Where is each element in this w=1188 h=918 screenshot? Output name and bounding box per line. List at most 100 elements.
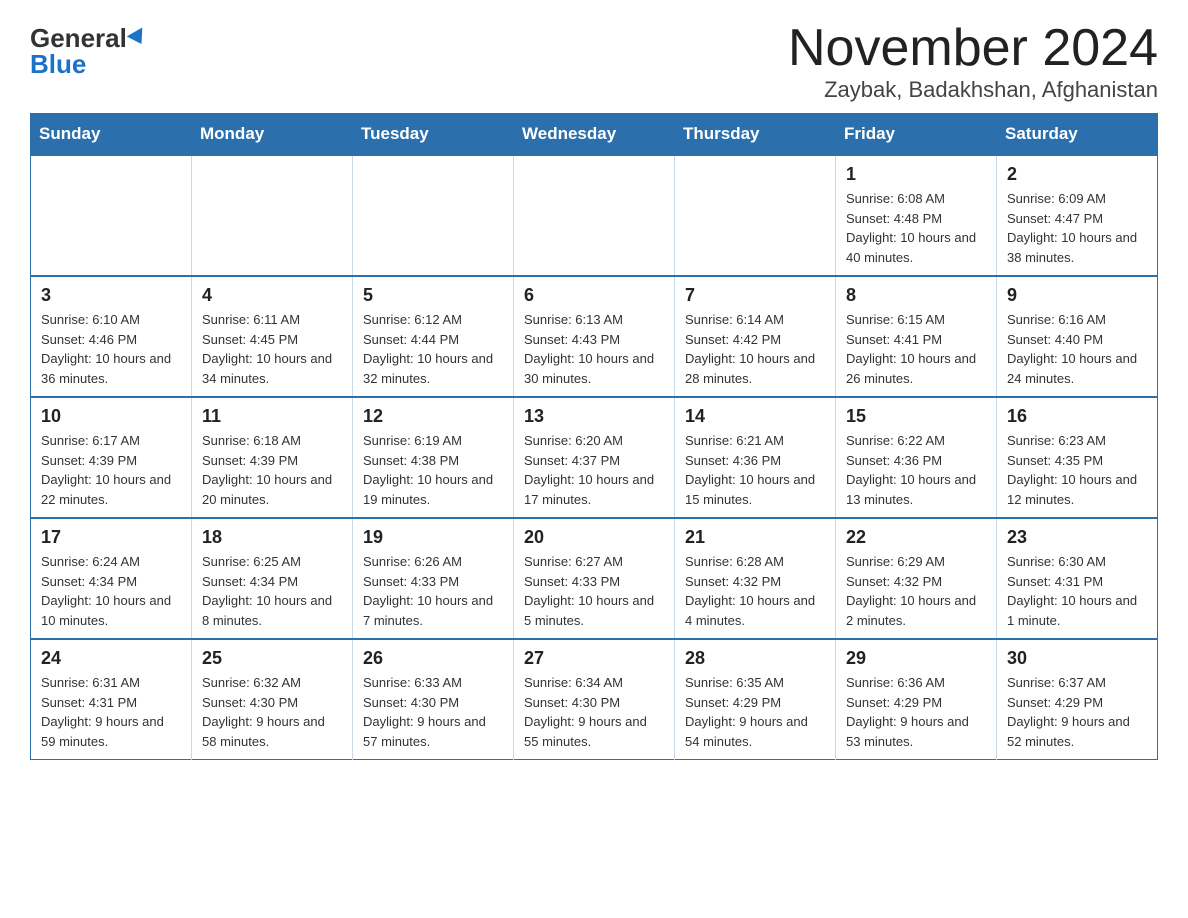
calendar-cell: [514, 155, 675, 276]
calendar-cell: 22Sunrise: 6:29 AM Sunset: 4:32 PM Dayli…: [836, 518, 997, 639]
logo-triangle-icon: [127, 27, 150, 48]
day-info: Sunrise: 6:33 AM Sunset: 4:30 PM Dayligh…: [363, 673, 503, 751]
day-number: 17: [41, 527, 181, 548]
day-info: Sunrise: 6:24 AM Sunset: 4:34 PM Dayligh…: [41, 552, 181, 630]
calendar-cell: 1Sunrise: 6:08 AM Sunset: 4:48 PM Daylig…: [836, 155, 997, 276]
calendar-cell: 4 Sunrise: 6:11 AM Sunset: 4:45 PM Daylig…: [192, 276, 353, 397]
column-header-thursday: Thursday: [675, 114, 836, 156]
calendar-cell: 11Sunrise: 6:18 AM Sunset: 4:39 PM Dayli…: [192, 397, 353, 518]
logo-general-line: General: [30, 25, 147, 51]
day-number: 14: [685, 406, 825, 427]
calendar-cell: 19Sunrise: 6:26 AM Sunset: 4:33 PM Dayli…: [353, 518, 514, 639]
day-info: Sunrise: 6:32 AM Sunset: 4:30 PM Dayligh…: [202, 673, 342, 751]
day-number: 20: [524, 527, 664, 548]
calendar-cell: 18 Sunrise: 6:25 AM Sunset: 4:34 PM Dayli…: [192, 518, 353, 639]
day-number: 25: [202, 648, 342, 669]
calendar-table: SundayMondayTuesdayWednesdayThursdayFrid…: [30, 113, 1158, 760]
day-number: 4: [202, 285, 342, 306]
calendar-header-row: SundayMondayTuesdayWednesdayThursdayFrid…: [31, 114, 1158, 156]
calendar-week-row: 3Sunrise: 6:10 AM Sunset: 4:46 PM Daylig…: [31, 276, 1158, 397]
logo-blue-text: Blue: [30, 51, 86, 77]
day-info: Sunrise: 6:14 AM Sunset: 4:42 PM Dayligh…: [685, 310, 825, 388]
day-number: 18: [202, 527, 342, 548]
calendar-cell: 24 Sunrise: 6:31 AM Sunset: 4:31 PM Dayli…: [31, 639, 192, 760]
logo-general-text: General: [30, 25, 127, 51]
day-info: Sunrise: 6:19 AM Sunset: 4:38 PM Dayligh…: [363, 431, 503, 509]
calendar-week-row: 1Sunrise: 6:08 AM Sunset: 4:48 PM Daylig…: [31, 155, 1158, 276]
day-info: Sunrise: 6:31 AM Sunset: 4:31 PM Dayligh…: [41, 673, 181, 751]
day-number: 16: [1007, 406, 1147, 427]
day-number: 6: [524, 285, 664, 306]
day-info: Sunrise: 6:15 AM Sunset: 4:41 PM Dayligh…: [846, 310, 986, 388]
day-number: 9: [1007, 285, 1147, 306]
day-info: Sunrise: 6:27 AM Sunset: 4:33 PM Dayligh…: [524, 552, 664, 630]
calendar-cell: 14 Sunrise: 6:21 AM Sunset: 4:36 PM Dayli…: [675, 397, 836, 518]
day-number: 8: [846, 285, 986, 306]
day-number: 1: [846, 164, 986, 185]
day-info: Sunrise: 6:35 AM Sunset: 4:29 PM Dayligh…: [685, 673, 825, 751]
calendar-cell: 27Sunrise: 6:34 AM Sunset: 4:30 PM Dayli…: [514, 639, 675, 760]
calendar-cell: 21Sunrise: 6:28 AM Sunset: 4:32 PM Dayli…: [675, 518, 836, 639]
calendar-cell: [675, 155, 836, 276]
day-info: Sunrise: 6:36 AM Sunset: 4:29 PM Dayligh…: [846, 673, 986, 751]
calendar-cell: 20 Sunrise: 6:27 AM Sunset: 4:33 PM Dayli…: [514, 518, 675, 639]
calendar-cell: 28 Sunrise: 6:35 AM Sunset: 4:29 PM Dayli…: [675, 639, 836, 760]
column-header-sunday: Sunday: [31, 114, 192, 156]
day-info: Sunrise: 6:18 AM Sunset: 4:39 PM Dayligh…: [202, 431, 342, 509]
calendar-cell: 7 Sunrise: 6:14 AM Sunset: 4:42 PM Daylig…: [675, 276, 836, 397]
day-info: Sunrise: 6:21 AM Sunset: 4:36 PM Dayligh…: [685, 431, 825, 509]
day-number: 2: [1007, 164, 1147, 185]
day-info: Sunrise: 6:10 AM Sunset: 4:46 PM Dayligh…: [41, 310, 181, 388]
calendar-cell: [353, 155, 514, 276]
day-number: 12: [363, 406, 503, 427]
day-info: Sunrise: 6:20 AM Sunset: 4:37 PM Dayligh…: [524, 431, 664, 509]
column-header-wednesday: Wednesday: [514, 114, 675, 156]
day-info: Sunrise: 6:11 AM Sunset: 4:45 PM Dayligh…: [202, 310, 342, 388]
day-number: 26: [363, 648, 503, 669]
calendar-cell: 6Sunrise: 6:13 AM Sunset: 4:43 PM Daylig…: [514, 276, 675, 397]
day-info: Sunrise: 6:17 AM Sunset: 4:39 PM Dayligh…: [41, 431, 181, 509]
calendar-cell: [31, 155, 192, 276]
calendar-week-row: 17 Sunrise: 6:24 AM Sunset: 4:34 PM Dayli…: [31, 518, 1158, 639]
day-number: 19: [363, 527, 503, 548]
day-number: 13: [524, 406, 664, 427]
day-number: 24: [41, 648, 181, 669]
calendar-cell: 23 Sunrise: 6:30 AM Sunset: 4:31 PM Dayli…: [997, 518, 1158, 639]
calendar-cell: 15 Sunrise: 6:22 AM Sunset: 4:36 PM Dayli…: [836, 397, 997, 518]
day-info: Sunrise: 6:34 AM Sunset: 4:30 PM Dayligh…: [524, 673, 664, 751]
calendar-cell: 17 Sunrise: 6:24 AM Sunset: 4:34 PM Dayli…: [31, 518, 192, 639]
calendar-cell: 29Sunrise: 6:36 AM Sunset: 4:29 PM Dayli…: [836, 639, 997, 760]
day-number: 5: [363, 285, 503, 306]
header: General Blue November 2024 Zaybak, Badak…: [30, 20, 1158, 103]
main-title: November 2024: [788, 20, 1158, 77]
day-info: Sunrise: 6:12 AM Sunset: 4:44 PM Dayligh…: [363, 310, 503, 388]
subtitle: Zaybak, Badakhshan, Afghanistan: [788, 77, 1158, 103]
calendar-cell: 12 Sunrise: 6:19 AM Sunset: 4:38 PM Dayli…: [353, 397, 514, 518]
column-header-saturday: Saturday: [997, 114, 1158, 156]
calendar-cell: 5 Sunrise: 6:12 AM Sunset: 4:44 PM Daylig…: [353, 276, 514, 397]
day-number: 28: [685, 648, 825, 669]
day-info: Sunrise: 6:23 AM Sunset: 4:35 PM Dayligh…: [1007, 431, 1147, 509]
day-info: Sunrise: 6:30 AM Sunset: 4:31 PM Dayligh…: [1007, 552, 1147, 630]
day-info: Sunrise: 6:28 AM Sunset: 4:32 PM Dayligh…: [685, 552, 825, 630]
calendar-cell: 9Sunrise: 6:16 AM Sunset: 4:40 PM Daylig…: [997, 276, 1158, 397]
day-number: 22: [846, 527, 986, 548]
calendar-cell: 8 Sunrise: 6:15 AM Sunset: 4:41 PM Daylig…: [836, 276, 997, 397]
day-info: Sunrise: 6:25 AM Sunset: 4:34 PM Dayligh…: [202, 552, 342, 630]
day-info: Sunrise: 6:22 AM Sunset: 4:36 PM Dayligh…: [846, 431, 986, 509]
column-header-tuesday: Tuesday: [353, 114, 514, 156]
calendar-cell: [192, 155, 353, 276]
calendar-cell: 30Sunrise: 6:37 AM Sunset: 4:29 PM Dayli…: [997, 639, 1158, 760]
day-number: 10: [41, 406, 181, 427]
logo: General Blue: [30, 20, 147, 77]
calendar-cell: 25 Sunrise: 6:32 AM Sunset: 4:30 PM Dayli…: [192, 639, 353, 760]
calendar-week-row: 10 Sunrise: 6:17 AM Sunset: 4:39 PM Dayli…: [31, 397, 1158, 518]
day-number: 15: [846, 406, 986, 427]
calendar-cell: 26 Sunrise: 6:33 AM Sunset: 4:30 PM Dayli…: [353, 639, 514, 760]
day-number: 23: [1007, 527, 1147, 548]
day-info: Sunrise: 6:37 AM Sunset: 4:29 PM Dayligh…: [1007, 673, 1147, 751]
calendar-cell: 3Sunrise: 6:10 AM Sunset: 4:46 PM Daylig…: [31, 276, 192, 397]
day-number: 7: [685, 285, 825, 306]
day-info: Sunrise: 6:09 AM Sunset: 4:47 PM Dayligh…: [1007, 189, 1147, 267]
calendar-week-row: 24 Sunrise: 6:31 AM Sunset: 4:31 PM Dayli…: [31, 639, 1158, 760]
